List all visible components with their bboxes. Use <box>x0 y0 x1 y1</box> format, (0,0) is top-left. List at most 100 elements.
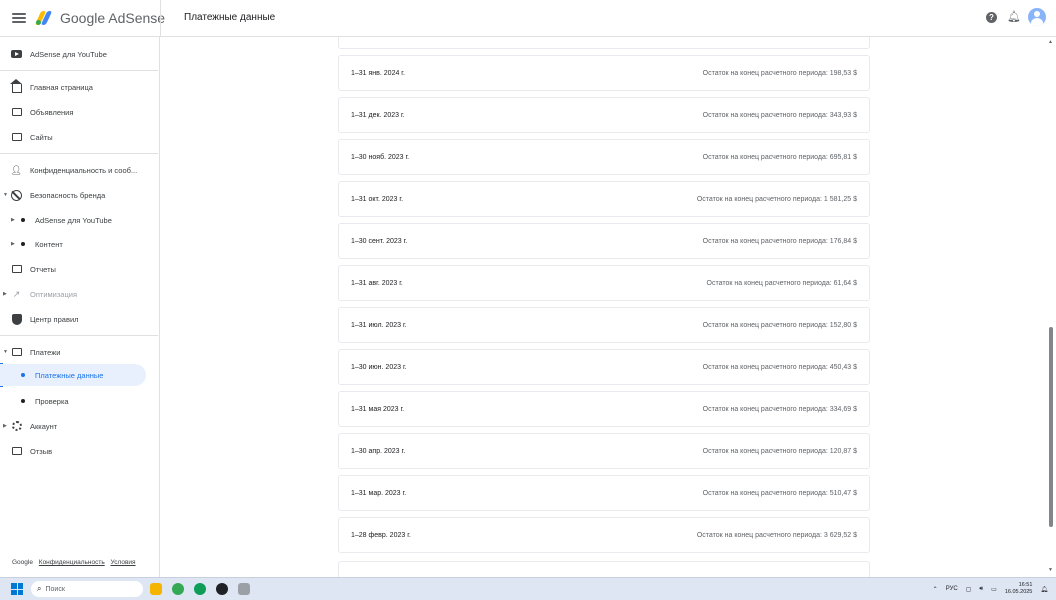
notification-bell-icon[interactable]: 🔔︎ <box>1040 586 1048 593</box>
payment-period: 1–31 мар. 2023 г. <box>351 489 407 497</box>
payment-row[interactable]: 1–31 мар. 2023 г. Остаток на конец расче… <box>338 475 870 511</box>
trending-up-icon: ↗ <box>12 288 21 299</box>
chrome-icon[interactable] <box>172 583 184 595</box>
sidebar-item-sites[interactable]: Сайты <box>0 126 158 148</box>
expand-caret-icon[interactable]: ▶ <box>11 217 15 223</box>
youtube-icon <box>11 49 22 60</box>
help-icon[interactable]: ? <box>986 11 997 23</box>
sidebar-item-policy-center[interactable]: Центр правил <box>0 308 158 330</box>
payment-row[interactable]: 1–31 дек. 2023 г. Остаток на конец расче… <box>338 97 870 133</box>
language-indicator[interactable]: РУС <box>946 586 958 592</box>
payment-period: 1–31 мая 2023 г. <box>351 405 405 413</box>
app-icon[interactable] <box>216 583 228 595</box>
sidebar-nav: AdSense для YouTube Главная страница Объ… <box>0 37 160 577</box>
photos-icon[interactable] <box>238 583 250 595</box>
battery-icon[interactable]: ▭ <box>991 586 997 593</box>
period-balance: Остаток на конец расчетного периода: 1 5… <box>696 195 857 203</box>
payment-row[interactable]: 1–28 февр. 2023 г. Остаток на конец расч… <box>338 517 870 553</box>
clock[interactable]: 16:51 16.05.2025 <box>1005 582 1033 596</box>
windows-start-icon[interactable] <box>11 583 23 595</box>
expand-caret-icon[interactable]: ▼ <box>3 192 8 198</box>
sidebar-item-reports[interactable]: Отчеты <box>0 258 158 280</box>
sidebar-item-ads[interactable]: Объявления <box>0 101 158 123</box>
payment-row[interactable]: 1–30 июн. 2023 г. Остаток на конец расче… <box>338 349 870 385</box>
expand-caret-icon[interactable]: ▶ <box>3 423 7 429</box>
sidebar-item-label: Платежи <box>30 347 61 357</box>
adsense-logo-icon <box>34 11 54 25</box>
sidebar-item-privacy[interactable]: 👤︎ Конфиденциальность и сооб... <box>0 159 158 181</box>
payment-row[interactable]: 1–31 окт. 2023 г. Остаток на конец расче… <box>338 181 870 217</box>
sidebar-item-feedback[interactable]: Отзыв <box>0 440 158 462</box>
scroll-down-icon[interactable]: ▼ <box>1048 567 1053 573</box>
payments-icon <box>11 347 22 358</box>
terms-link[interactable]: Условия <box>111 559 136 566</box>
file-explorer-icon[interactable] <box>150 583 162 595</box>
period-balance: Остаток на конец расчетного периода: 3 6… <box>696 531 857 539</box>
menu-icon[interactable] <box>12 13 26 23</box>
sidebar-item-label: Конфиденциальность и сооб... <box>30 165 138 175</box>
chevron-up-icon[interactable]: ⌃ <box>933 586 938 593</box>
payment-row-partial[interactable] <box>338 37 870 49</box>
windows-taskbar: ⌕ Поиск ⌃ РУС ▢ 🔊︎ ▭ 16:51 16.05.2025 🔔︎ <box>0 577 1056 600</box>
scrollbar-thumb[interactable] <box>1049 327 1053 527</box>
sidebar-item-adsense-youtube[interactable]: AdSense для YouTube <box>0 43 158 65</box>
period-balance: Остаток на конец расчетного периода: 450… <box>702 363 857 371</box>
sidebar-item-content[interactable]: ▶ Контент <box>0 233 158 255</box>
payment-row[interactable]: 1–31 мая 2023 г. Остаток на конец расчет… <box>338 391 870 427</box>
clock-date: 16.05.2025 <box>1004 589 1033 595</box>
sidebar-divider <box>0 70 158 71</box>
scroll-up-icon[interactable]: ▲ <box>1048 39 1053 45</box>
gear-icon <box>11 421 22 432</box>
network-icon[interactable]: ▢ <box>966 586 972 593</box>
taskbar-search[interactable]: ⌕ Поиск <box>31 581 143 597</box>
privacy-link[interactable]: Конфиденциальность <box>39 559 105 566</box>
sidebar-item-label: Безопасность бренда <box>30 190 106 200</box>
sidebar-item-label: Платежные данные <box>35 370 104 380</box>
adsense-logo[interactable]: Google AdSense <box>34 10 186 26</box>
shield-icon <box>11 313 22 325</box>
sidebar-item-optimization[interactable]: ▶ ↗ Оптимизация <box>0 283 158 305</box>
payment-row-partial[interactable] <box>338 561 870 577</box>
payment-row[interactable]: 1–30 нояб. 2023 г. Остаток на конец расч… <box>338 139 870 175</box>
sidebar-item-label: Главная страница <box>30 82 93 92</box>
sidebar-item-home[interactable]: Главная страница <box>0 76 158 98</box>
volume-icon[interactable]: 🔊︎ <box>979 586 983 593</box>
bullet-icon <box>21 218 25 222</box>
expand-caret-icon[interactable]: ▶ <box>3 291 7 297</box>
taskbar-search-placeholder: Поиск <box>45 585 65 593</box>
block-icon <box>11 189 22 201</box>
payment-period: 1–31 июл. 2023 г. <box>351 321 407 329</box>
payment-row[interactable]: 1–31 июл. 2023 г. Остаток на конец расче… <box>338 307 870 343</box>
expand-caret-icon[interactable]: ▼ <box>3 349 8 355</box>
search-icon: ⌕ <box>37 584 42 593</box>
payment-row[interactable]: 1–30 апр. 2023 г. Остаток на конец расче… <box>338 433 870 469</box>
payment-row[interactable]: 1–31 авг. 2023 г. Остаток на конец расче… <box>338 265 870 301</box>
sidebar-item-payment-info[interactable]: Платежные данные <box>0 364 146 386</box>
google-link[interactable]: Google <box>12 559 33 566</box>
edge-icon[interactable] <box>194 583 206 595</box>
payment-period: 1–30 июн. 2023 г. <box>351 363 407 371</box>
sidebar-divider <box>0 153 158 154</box>
sidebar-item-label: AdSense для YouTube <box>30 49 107 59</box>
vertical-scrollbar[interactable]: ▲ ▼ <box>1046 37 1056 577</box>
period-balance: Остаток на конец расчетного периода: 510… <box>702 489 857 497</box>
expand-caret-icon[interactable]: ▶ <box>11 241 15 247</box>
payment-period: 1–31 авг. 2023 г. <box>351 279 403 287</box>
payment-row[interactable]: 1–31 янв. 2024 г. Остаток на конец расче… <box>338 55 870 91</box>
sidebar-item-payments[interactable]: ▼ Платежи <box>0 341 158 363</box>
sidebar-item-brand-safety[interactable]: ▼ Безопасность бренда <box>0 184 158 206</box>
period-balance: Остаток на конец расчетного периода: 695… <box>702 153 857 161</box>
header-actions: ? 🔔︎ <box>986 8 1046 26</box>
feedback-icon <box>11 446 22 457</box>
account-avatar[interactable] <box>1028 8 1046 26</box>
sidebar-item-brand-adsense-youtube[interactable]: ▶ AdSense для YouTube <box>0 209 158 231</box>
payment-row[interactable]: 1–30 сент. 2023 г. Остаток на конец расч… <box>338 223 870 259</box>
sidebar-item-label: Аккаунт <box>30 421 58 431</box>
notifications-bell-icon[interactable]: 🔔︎ <box>1007 11 1021 23</box>
sidebar-item-verification[interactable]: Проверка <box>0 390 158 412</box>
period-balance: Остаток на конец расчетного периода: 343… <box>702 111 857 119</box>
clock-time: 16:51 <box>1018 582 1033 588</box>
sidebar-item-account[interactable]: ▶ Аккаунт <box>0 415 158 437</box>
sidebar-item-label: Отзыв <box>30 446 53 456</box>
period-balance: Остаток на конец расчетного периода: 120… <box>702 447 857 455</box>
